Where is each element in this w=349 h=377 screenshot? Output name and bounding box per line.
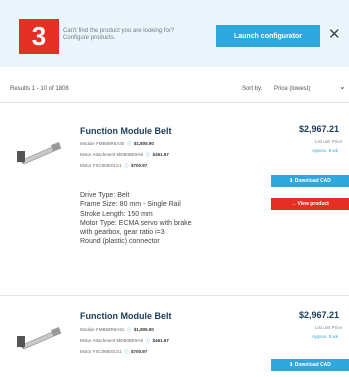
results-count: Results 1 - 10 of 1808 [10,86,69,92]
spec-motor-attachment: Motor Attachment MDB0BE9A6 ⓘ $461.67 [80,152,169,158]
spec-motor: Motor FSC0ME01S1 ⓘ $700.97 [80,163,147,169]
spec-label: Motor Attachment MDB0BE9A6 [80,152,144,157]
step-badge: 3 [19,19,59,54]
info-icon[interactable]: ⓘ [124,163,129,168]
product-title[interactable]: Function Module Belt [80,311,172,321]
spec-value: $461.67 [152,338,169,343]
info-icon[interactable]: ⓘ [124,349,129,354]
spec-value: $700.97 [131,163,148,168]
close-icon[interactable]: ✕ [328,26,341,44]
banner-text: Can't find the product you are looking f… [63,28,203,42]
configurator-banner: 3 Can't find the product you are looking… [0,0,349,67]
banner-text-line2: Configure products. [63,35,116,41]
divider [0,102,349,103]
spec-label: Module FMB68R6A30 [80,141,125,146]
spec-value: $1,805.90 [133,141,154,146]
description-line: Drive Type: Belt [80,192,130,199]
sort-label: Sort by: [242,86,263,92]
spec-value: $700.97 [131,349,148,354]
product-image[interactable] [17,324,63,350]
sort-value: Price (lowest) [274,86,311,92]
price-subtext: List unit Price [315,139,343,144]
spec-module: Module FMB68R6A30 ⓘ $1,805.90 [80,141,154,147]
banner-text-line1: Can't find the product you are looking f… [63,28,175,34]
availability-link[interactable]: Approx. 8 wk [312,148,338,153]
spec-label: Module FMB68R6A31 [80,327,125,332]
product-price: $2,967.21 [299,124,340,134]
description-line: Round (plastic) connector [80,238,160,246]
product-description: Drive Type: Belt Frame Size: 80 mm - Sin… [80,191,192,247]
description-line: Stroke Length: 150 mm [80,210,153,218]
info-icon[interactable]: ⓘ [146,338,151,343]
download-cad-button[interactable]: ⬇ Download CAD [271,175,349,187]
spec-value: $1,805.90 [133,327,154,332]
description-line: Frame Size: 80 mm - Single Rail [80,201,181,209]
product-price: $2,967.21 [299,310,340,320]
availability-link[interactable]: Approx. 8 wk [312,334,338,339]
spec-value: $461.67 [152,152,169,157]
chevron-down-icon[interactable]: ⌄ [339,82,346,91]
sort-select[interactable]: Price (lowest) ⌄ [274,82,349,96]
launch-configurator-button[interactable]: Launch configurator [216,25,320,47]
spec-label: Motor Attachment MDB0BE9A6 [80,338,144,343]
info-icon[interactable]: ⓘ [127,327,132,332]
price-subtext: List unit Price [315,325,343,330]
product-image[interactable] [17,139,63,165]
description-line: with gearbox, gear ratio i=3 [80,229,165,237]
spec-label: Motor FSC0ME01S1 [80,349,122,354]
spec-motor-attachment: Motor Attachment MDB0BE9A6 ⓘ $461.67 [80,338,169,344]
view-product-button[interactable]: → View product [271,198,349,210]
spec-module: Module FMB68R6A31 ⓘ $1,805.90 [80,327,154,333]
divider [0,295,349,296]
info-icon[interactable]: ⓘ [127,141,132,146]
download-cad-button[interactable]: ⬇ Download CAD [271,359,349,371]
spec-motor: Motor FSC0ME01S1 ⓘ $700.97 [80,349,147,355]
product-title[interactable]: Function Module Belt [80,126,172,136]
description-line: Motor Type: ECMA servo with brake [80,219,192,227]
spec-label: Motor FSC0ME01S1 [80,163,122,168]
info-icon[interactable]: ⓘ [146,152,151,157]
